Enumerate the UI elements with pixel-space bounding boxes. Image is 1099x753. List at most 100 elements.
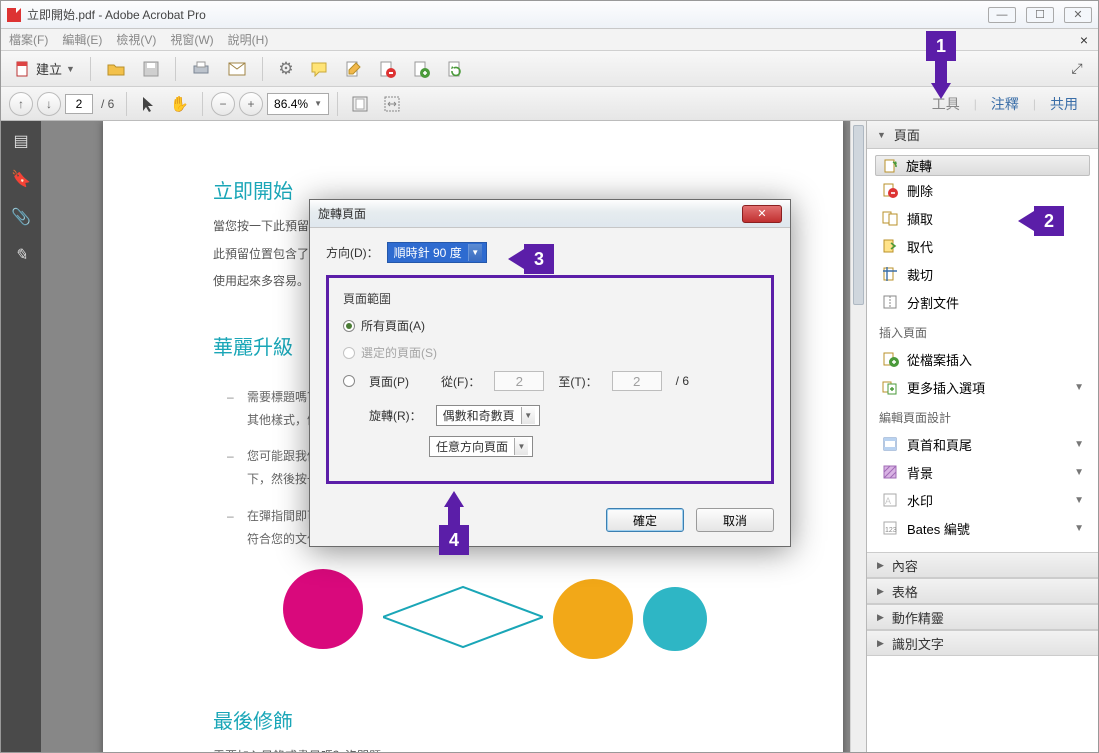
chevron-down-icon: ▼: [521, 407, 535, 424]
cancel-button[interactable]: 取消: [696, 508, 774, 532]
panel-section-action[interactable]: ▶動作精靈: [867, 604, 1098, 630]
tool-insert-from-file[interactable]: 從檔案插入: [875, 345, 1090, 373]
delete-page-button[interactable]: [373, 56, 401, 82]
comments-link[interactable]: 注釋: [991, 94, 1019, 114]
direction-value: 順時針 90 度: [394, 244, 462, 261]
dialog-close-button[interactable]: ✕: [742, 205, 782, 223]
ok-button[interactable]: 確定: [606, 508, 684, 532]
callout-2: 2: [1018, 206, 1064, 236]
radio-page-range[interactable]: 頁面(P) 從(F)： 至(T)： / 6: [343, 371, 757, 391]
tool-replace[interactable]: 取代: [875, 232, 1090, 260]
callout-4: 4: [439, 491, 469, 555]
tool-background[interactable]: 背景 ▼: [875, 458, 1090, 486]
radio-all-pages[interactable]: 所有頁面(A): [343, 317, 757, 334]
diamond-lines-icon: [383, 577, 543, 657]
menu-edit[interactable]: 編輯(E): [62, 31, 102, 48]
maximize-button[interactable]: ☐: [1026, 7, 1054, 23]
thumbnails-icon[interactable]: ▤: [11, 131, 31, 151]
fullscreen-button[interactable]: ⤢: [1064, 56, 1090, 82]
tool-crop[interactable]: 裁切: [875, 260, 1090, 288]
tool-rotate[interactable]: 旋轉: [875, 155, 1090, 176]
dialog-title-bar[interactable]: 旋轉頁面 ✕: [310, 200, 790, 228]
signature-icon[interactable]: ✎: [11, 245, 31, 265]
print-button[interactable]: [186, 56, 216, 82]
evenodd-select[interactable]: 偶數和奇數頁 ▼: [436, 405, 540, 426]
title-bar: 立即開始.pdf - Adobe Acrobat Pro — ☐ ✕: [1, 1, 1098, 29]
tool-watermark[interactable]: A 水印 ▼: [875, 486, 1090, 514]
minimize-button[interactable]: —: [988, 7, 1016, 23]
panel-section-pages[interactable]: ▼ 頁面: [867, 121, 1098, 149]
create-button[interactable]: 建立 ▼: [9, 56, 80, 82]
radio-icon: [343, 320, 355, 332]
radio-label: 所有頁面(A): [361, 317, 425, 334]
email-button[interactable]: [222, 56, 252, 82]
orange-circle-icon: [553, 579, 633, 659]
callout-1: 1: [926, 31, 956, 99]
separator: [202, 92, 203, 116]
panel-section-content[interactable]: ▶內容: [867, 552, 1098, 578]
save-button[interactable]: [137, 56, 165, 82]
zoom-in-button[interactable]: +: [239, 92, 263, 116]
menu-help[interactable]: 說明(H): [228, 31, 269, 48]
next-page-button[interactable]: ↓: [37, 92, 61, 116]
radio-icon: [343, 347, 355, 359]
panel-subheader: 編輯頁面設計: [879, 409, 1090, 426]
select-tool-button[interactable]: [135, 91, 161, 117]
rotate-page-button[interactable]: [441, 56, 469, 82]
open-button[interactable]: [101, 56, 131, 82]
callout-number: 3: [524, 244, 554, 274]
prev-page-button[interactable]: ↑: [9, 92, 33, 116]
close-window-button[interactable]: ✕: [1064, 7, 1092, 23]
attachment-icon[interactable]: 📎: [11, 207, 31, 227]
menu-file[interactable]: 檔案(F): [9, 31, 48, 48]
direction-select[interactable]: 順時針 90 度 ▼: [387, 242, 487, 263]
zoom-select[interactable]: 86.4% ▼: [267, 93, 329, 115]
tool-bates[interactable]: 123 Bates 編號 ▼: [875, 514, 1090, 542]
from-input[interactable]: [494, 371, 544, 391]
share-link[interactable]: 共用: [1050, 94, 1078, 114]
tool-label: 從檔案插入: [907, 350, 972, 369]
add-page-button[interactable]: [407, 56, 435, 82]
rotate-select-label: 旋轉(R)：: [369, 407, 422, 424]
tool-delete[interactable]: 刪除: [875, 176, 1090, 204]
zoom-out-button[interactable]: −: [211, 92, 235, 116]
chevron-down-icon: ▼: [66, 64, 75, 74]
settings-button[interactable]: ⚙: [273, 56, 299, 82]
tool-split[interactable]: 分割文件: [875, 288, 1090, 316]
panel-section-table[interactable]: ▶表格: [867, 578, 1098, 604]
navigation-strip: ▤ 🔖 📎 ✎: [1, 121, 41, 752]
tool-label: 擷取: [907, 209, 933, 228]
create-label: 建立: [36, 59, 62, 78]
comment-button[interactable]: [305, 56, 333, 82]
orientation-select[interactable]: 任意方向頁面 ▼: [429, 436, 533, 457]
chevron-down-icon: ▼: [468, 244, 482, 261]
app-icon: [7, 8, 21, 22]
window-title: 立即開始.pdf - Adobe Acrobat Pro: [27, 6, 206, 23]
to-input[interactable]: [612, 371, 662, 391]
chevron-down-icon: ▼: [1074, 523, 1084, 534]
panel-section-recognize[interactable]: ▶識別文字: [867, 630, 1098, 656]
insert-file-icon: [881, 350, 899, 368]
doc-graphic: [213, 569, 773, 659]
tool-more-insert[interactable]: 更多插入選項 ▼: [875, 373, 1090, 401]
vertical-scrollbar[interactable]: [850, 121, 866, 752]
menu-view[interactable]: 檢視(V): [116, 31, 156, 48]
fit-page-button[interactable]: [346, 91, 374, 117]
menu-window[interactable]: 視窗(W): [170, 31, 213, 48]
panel-label: 動作精靈: [892, 608, 944, 627]
replace-icon: [881, 237, 899, 255]
bookmark-icon[interactable]: 🔖: [11, 169, 31, 189]
page-range-fieldset: 頁面範圍 所有頁面(A) 選定的頁面(S) 頁面(P) 從(F)： 至(T)： …: [326, 275, 774, 484]
close-doc-button[interactable]: ×: [1080, 32, 1088, 48]
separator: [337, 92, 338, 116]
chevron-down-icon: ▼: [314, 99, 322, 108]
scrollbar-thumb[interactable]: [853, 125, 864, 305]
tool-label: 背景: [907, 463, 933, 482]
page-number-input[interactable]: [65, 94, 93, 114]
tool-header-footer[interactable]: 頁首和頁尾 ▼: [875, 430, 1090, 458]
edit-doc-button[interactable]: [339, 56, 367, 82]
hand-tool-button[interactable]: ✋: [165, 91, 194, 117]
fit-width-button[interactable]: [378, 91, 406, 117]
select-value: 偶數和奇數頁: [443, 407, 515, 424]
callout-number: 4: [439, 525, 469, 555]
